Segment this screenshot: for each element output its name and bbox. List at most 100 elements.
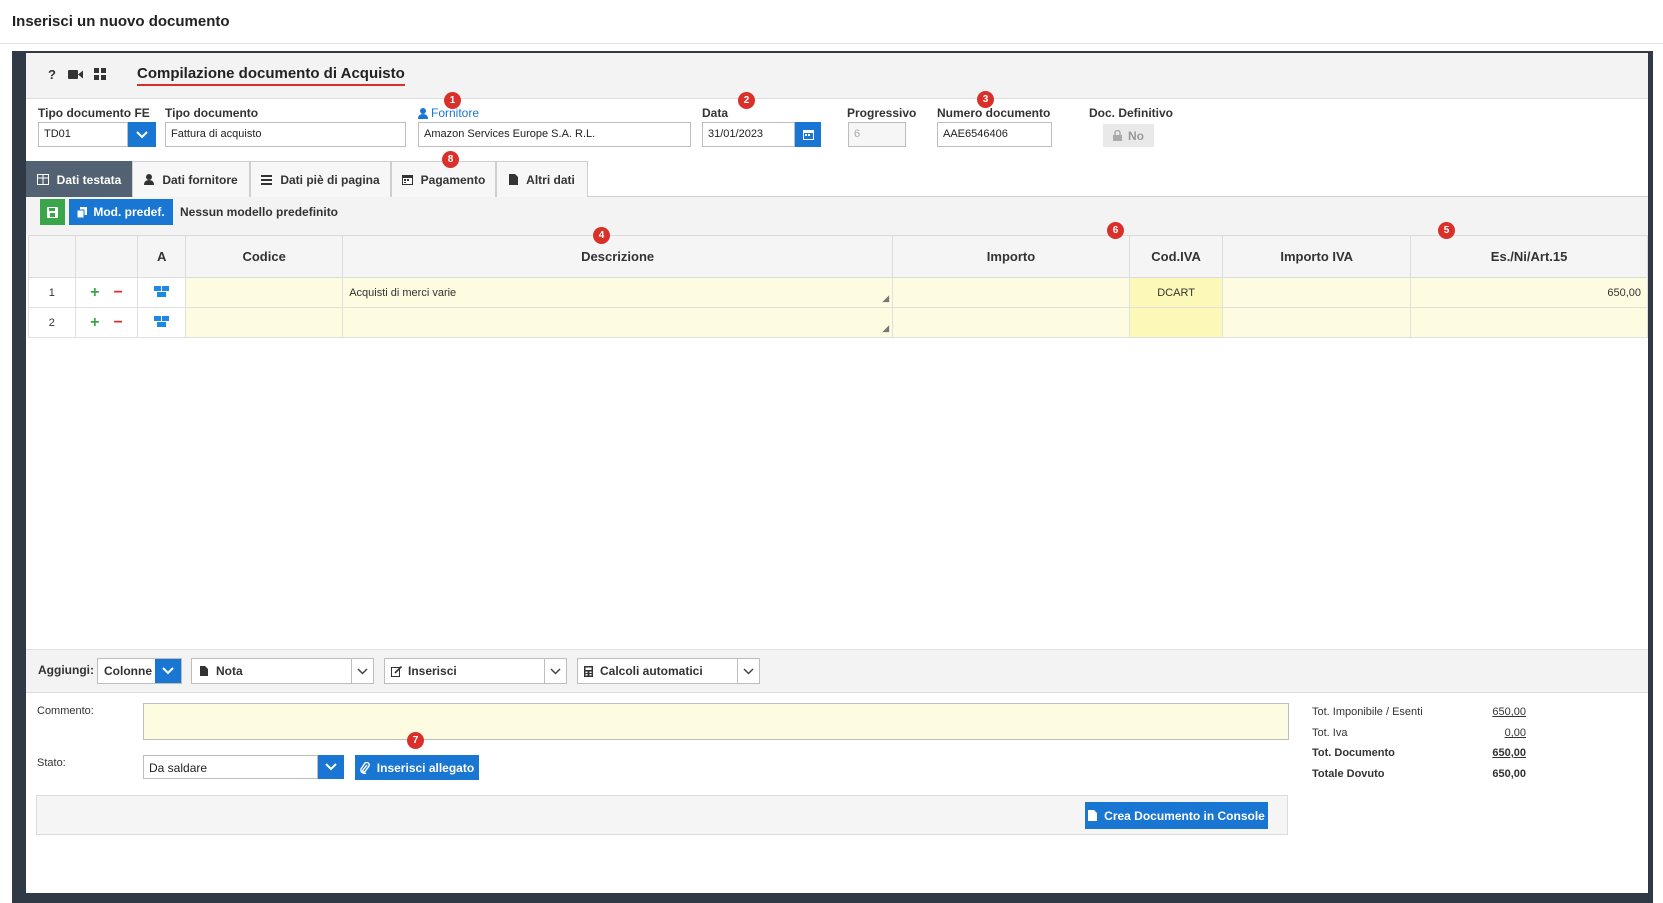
data-field[interactable]: 31/01/2023 xyxy=(702,122,795,147)
numero-field[interactable]: AAE6546406 xyxy=(937,122,1052,147)
tab-dati-pie-pagina-label: Dati piè di pagina xyxy=(280,172,380,187)
resize-grip-icon[interactable]: ◢ xyxy=(882,323,889,334)
aggiungi-label: Aggiungi: xyxy=(38,663,94,677)
resize-grip-icon[interactable]: ◢ xyxy=(882,293,889,304)
calendar-button[interactable] xyxy=(795,122,821,147)
tipo-doc-label: Tipo documento xyxy=(165,106,259,120)
tipo-doc-field[interactable]: Fattura di acquisto xyxy=(165,122,406,147)
chevron-down-icon xyxy=(544,659,566,683)
top-bar: Inserisci un nuovo documento xyxy=(0,0,1663,44)
tot-imponibile-label: Tot. Imponibile / Esenti xyxy=(1312,706,1423,718)
tipo-fe-select[interactable]: TD01 xyxy=(38,122,128,147)
definitivo-value: No xyxy=(1128,128,1144,143)
tab-dati-fornitore-label: Dati fornitore xyxy=(162,172,238,187)
grid-icon[interactable] xyxy=(94,68,106,83)
panel-header: ? Compilazione documento di Acquisto xyxy=(26,53,1648,99)
es-ni-art15-cell[interactable] xyxy=(1410,307,1648,338)
commento-field[interactable] xyxy=(143,703,1289,740)
cod-iva-cell[interactable] xyxy=(1128,307,1224,338)
tab-pagamento-label: Pagamento xyxy=(420,172,486,187)
mod-predef-button[interactable]: Mod. predef. xyxy=(69,199,173,225)
tab-dati-testata[interactable]: Dati testata xyxy=(26,161,132,197)
totale-dovuto-label: Totale Dovuto xyxy=(1312,768,1385,780)
tab-altri-dati-label: Altri dati xyxy=(526,172,575,187)
col-header-descrizione[interactable]: Descrizione xyxy=(342,235,894,278)
table-icon xyxy=(36,174,49,185)
colonne-select[interactable]: Colonne xyxy=(97,658,182,684)
importo-iva-cell[interactable] xyxy=(1222,307,1412,338)
importo-iva-cell[interactable] xyxy=(1222,277,1412,308)
col-header-codice[interactable]: Codice xyxy=(185,235,344,278)
tab-pagamento[interactable]: Pagamento xyxy=(391,161,496,197)
stato-dropdown-button[interactable] xyxy=(318,755,344,779)
annotation-badge-6: 6 xyxy=(1107,222,1124,239)
annotation-badge-2: 2 xyxy=(738,92,755,109)
grid-toolbar: Mod. predef. Nessun modello predefinito xyxy=(26,197,1648,235)
annotation-badge-3: 3 xyxy=(977,91,994,108)
cod-iva-cell[interactable]: DCART xyxy=(1128,277,1224,308)
row-articles-cell xyxy=(137,307,187,338)
model-text: Nessun modello predefinito xyxy=(180,205,339,219)
aggiungi-bar: Aggiungi: Colonne Nota Inserisci Calcoli… xyxy=(26,649,1648,693)
tab-altri-dati[interactable]: Altri dati xyxy=(496,161,588,197)
chevron-down-icon xyxy=(155,659,181,683)
annotation-badge-4: 4 xyxy=(593,227,610,244)
col-header-es-ni-art15[interactable]: Es./Ni/Art.15 xyxy=(1410,235,1648,278)
importo-cell[interactable] xyxy=(892,277,1130,308)
video-icon[interactable] xyxy=(68,68,83,83)
remove-row-icon[interactable]: − xyxy=(114,284,123,301)
tab-dati-pie-pagina[interactable]: Dati piè di pagina xyxy=(250,161,391,197)
descrizione-cell[interactable]: ◢ xyxy=(342,307,894,338)
row-index: 2 xyxy=(28,307,76,338)
codice-cell[interactable] xyxy=(185,277,344,308)
save-button[interactable] xyxy=(40,199,65,225)
user-icon xyxy=(144,174,155,185)
panel-title: Compilazione documento di Acquisto xyxy=(137,65,405,86)
es-ni-art15-cell[interactable]: 650,00 xyxy=(1410,277,1648,308)
help-icon[interactable]: ? xyxy=(48,67,56,82)
calendar-icon xyxy=(802,130,814,140)
tot-documento-value: 650,00 xyxy=(1492,747,1526,759)
col-header-importo[interactable]: Importo xyxy=(892,235,1130,278)
inserisci-allegato-button[interactable]: Inserisci allegato xyxy=(355,755,479,780)
edit-icon xyxy=(391,665,402,677)
document-frame: ? Compilazione documento di Acquisto Tip… xyxy=(12,51,1653,903)
row-actions: + − xyxy=(74,277,139,308)
inserisci-allegato-label: Inserisci allegato xyxy=(376,760,475,775)
tab-dati-fornitore[interactable]: Dati fornitore xyxy=(132,161,250,197)
definitivo-toggle[interactable]: No xyxy=(1103,124,1154,147)
nota-select[interactable]: Nota xyxy=(191,658,374,684)
inserisci-select[interactable]: Inserisci xyxy=(384,658,567,684)
numero-label: Numero documento xyxy=(937,106,1051,120)
progressivo-label: Progressivo xyxy=(847,106,917,120)
boxes-icon[interactable] xyxy=(154,315,170,327)
importo-cell[interactable] xyxy=(892,307,1130,338)
calcoli-label: Calcoli automatici xyxy=(600,664,703,678)
stato-select[interactable]: Da saldare xyxy=(143,755,318,779)
add-row-icon[interactable]: + xyxy=(90,284,99,301)
fornitore-field[interactable]: Amazon Services Europe S.A. R.L. xyxy=(418,122,691,147)
tipo-fe-dropdown-button[interactable] xyxy=(128,122,156,147)
add-row-icon[interactable]: + xyxy=(90,314,99,331)
file-icon xyxy=(509,174,519,185)
calcoli-select[interactable]: Calcoli automatici xyxy=(577,658,760,684)
annotation-badge-7: 7 xyxy=(407,732,424,749)
page-title: Inserisci un nuovo documento xyxy=(12,13,230,30)
row-index: 1 xyxy=(28,277,76,308)
table-header-row: A Codice Descrizione Importo Cod.IVA Imp… xyxy=(28,235,1648,278)
chevron-down-icon xyxy=(351,659,373,683)
user-icon xyxy=(418,107,428,119)
col-header-importo-iva[interactable]: Importo IVA xyxy=(1222,235,1412,278)
tot-documento-label: Tot. Documento xyxy=(1312,747,1395,759)
crea-documento-button[interactable]: Crea Documento in Console xyxy=(1085,802,1268,829)
paperclip-icon xyxy=(360,761,370,774)
document-lines-table: A Codice Descrizione Importo Cod.IVA Imp… xyxy=(28,235,1648,338)
file-icon xyxy=(200,666,208,676)
descrizione-cell[interactable]: Acquisti di merci varie ◢ xyxy=(342,277,894,308)
col-header-a[interactable]: A xyxy=(137,235,187,278)
col-header-cod-iva[interactable]: Cod.IVA xyxy=(1128,235,1224,278)
boxes-icon[interactable] xyxy=(154,285,170,297)
codice-cell[interactable] xyxy=(185,307,344,338)
remove-row-icon[interactable]: − xyxy=(114,314,123,331)
data-label: Data xyxy=(702,106,729,120)
